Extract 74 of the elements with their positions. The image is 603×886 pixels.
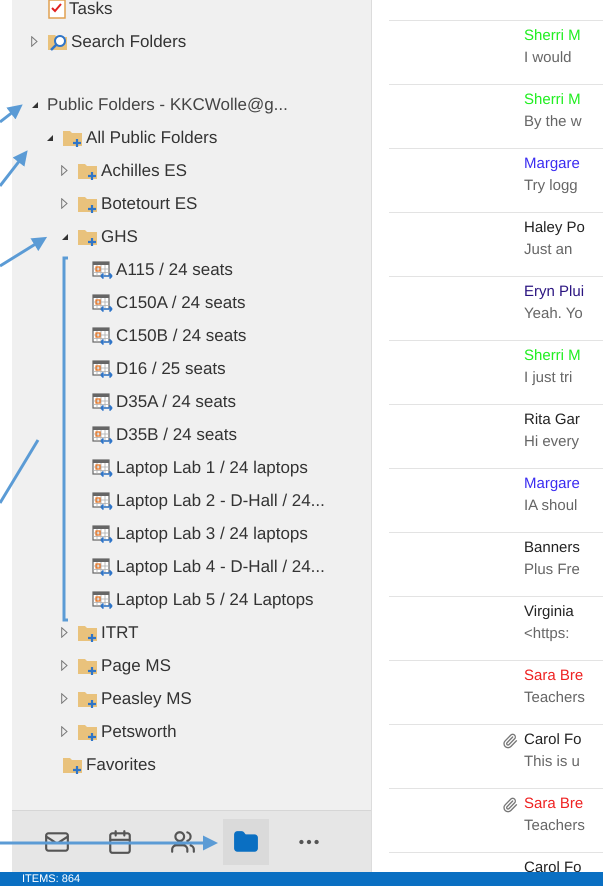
message-sender[interactable]: Sara Bre xyxy=(524,665,585,687)
folder-item[interactable]: Page MS xyxy=(101,652,171,678)
message-preview: I would xyxy=(524,48,573,68)
folder-item[interactable]: Achilles ES xyxy=(101,158,187,184)
expand-arrow-icon[interactable] xyxy=(61,165,68,176)
shared-calendar-icon xyxy=(92,260,114,280)
message-preview: Yeah. Yo xyxy=(524,304,584,324)
message-sender[interactable]: Virginia xyxy=(524,601,574,623)
annotation-arrow xyxy=(0,150,28,187)
message-preview: This is u xyxy=(524,752,581,772)
message-preview: <https: xyxy=(524,624,570,644)
folder-item[interactable]: Laptop Lab 4 - D-Hall / 24... xyxy=(116,554,325,580)
collapse-arrow-icon[interactable] xyxy=(46,134,54,142)
folder-item[interactable]: C150B / 24 seats xyxy=(116,322,246,348)
annotation-arrow xyxy=(0,104,23,124)
folder-item[interactable]: GHS xyxy=(101,224,138,250)
message-preview: Teachers xyxy=(524,816,585,836)
shared-calendar-icon xyxy=(92,490,114,510)
collapse-arrow-icon[interactable] xyxy=(61,232,69,240)
message-sender[interactable]: Haley Po xyxy=(524,217,585,239)
folder-item[interactable]: Petsworth xyxy=(101,718,177,744)
folder-item[interactable]: D35B / 24 seats xyxy=(116,422,237,448)
expand-arrow-icon[interactable] xyxy=(61,198,68,209)
item-count: ITEMS: 864 xyxy=(22,872,80,886)
message-sender[interactable]: Rita Gar xyxy=(524,409,580,431)
folder-item[interactable]: ITRT xyxy=(101,620,138,646)
message-sender[interactable]: Margare xyxy=(524,153,580,175)
collapse-arrow-icon[interactable] xyxy=(31,100,39,108)
shared-calendar-icon xyxy=(92,556,114,576)
expand-arrow-icon[interactable] xyxy=(61,627,68,638)
message-sender[interactable]: Eryn Plui xyxy=(524,281,584,303)
message-preview: Just an xyxy=(524,240,574,260)
folder-item[interactable]: C150A / 24 seats xyxy=(116,290,246,316)
shared-calendar-icon xyxy=(92,590,114,610)
message-sender[interactable]: Carol Fo xyxy=(524,857,582,872)
account-header[interactable]: Public Folders - KKCWolle@g... xyxy=(47,92,288,118)
folder-item[interactable]: Laptop Lab 3 / 24 laptops xyxy=(116,520,308,546)
folder-item[interactable]: Search Folders xyxy=(71,28,186,54)
message-preview: Teachers xyxy=(524,688,585,708)
shared-calendar-icon xyxy=(92,292,114,312)
shared-calendar-icon xyxy=(92,358,114,378)
shared-calendar-icon xyxy=(92,524,114,544)
folder-item[interactable]: Laptop Lab 2 - D-Hall / 24... xyxy=(116,488,325,514)
message-preview: Plus Fre xyxy=(524,560,580,580)
message-preview: Try logg xyxy=(524,176,579,196)
shared-calendar-icon xyxy=(92,326,114,346)
expand-arrow-icon[interactable] xyxy=(31,36,38,47)
shared-calendar-icon xyxy=(92,458,114,478)
expand-arrow-icon[interactable] xyxy=(61,726,68,737)
folder-item[interactable]: D16 / 25 seats xyxy=(116,356,226,382)
folder-item[interactable]: Peasley MS xyxy=(101,686,192,712)
folder-item[interactable]: Botetourt ES xyxy=(101,190,198,216)
message-preview: Hi every xyxy=(524,432,580,452)
message-sender[interactable]: Carol Fo xyxy=(524,729,582,751)
folder-item[interactable]: Tasks xyxy=(69,0,112,22)
folder-item[interactable]: Laptop Lab 5 / 24 Laptops xyxy=(116,586,314,612)
folder-icon[interactable] xyxy=(223,818,269,864)
message-preview: IA shoul xyxy=(524,496,578,516)
message-preview: By the w xyxy=(524,112,582,132)
folder-item[interactable]: Laptop Lab 1 / 24 laptops xyxy=(116,454,308,480)
shared-calendar-icon xyxy=(92,424,114,444)
folder-item[interactable]: A115 / 24 seats xyxy=(116,256,233,282)
expand-arrow-icon[interactable] xyxy=(61,693,68,704)
message-sender[interactable]: Margare xyxy=(524,473,580,495)
folder-item[interactable]: Favorites xyxy=(86,752,156,778)
folder-item[interactable]: D35A / 24 seats xyxy=(116,388,236,414)
message-sender[interactable]: Sara Bre xyxy=(524,793,585,815)
annotation-arrow xyxy=(0,236,48,268)
shared-calendar-icon xyxy=(92,392,114,412)
folder-item[interactable]: All Public Folders xyxy=(86,124,218,150)
message-preview: I just tri xyxy=(524,368,574,388)
tasks-icon xyxy=(47,0,67,18)
message-sender[interactable]: Banners xyxy=(524,537,580,559)
expand-arrow-icon[interactable] xyxy=(61,660,68,671)
